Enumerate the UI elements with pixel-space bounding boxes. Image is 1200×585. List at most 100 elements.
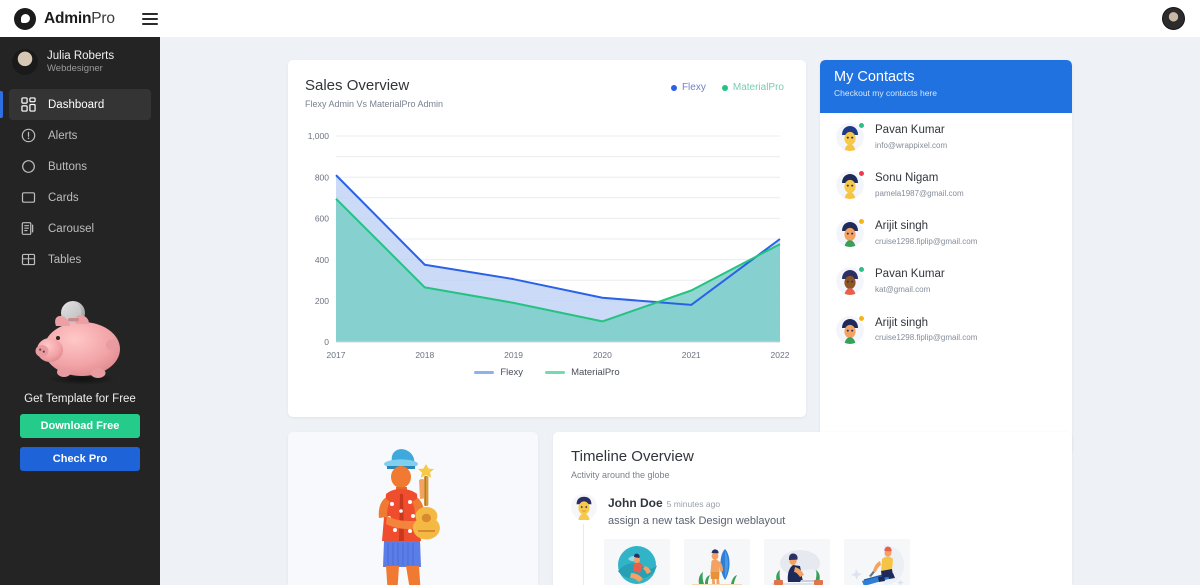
sidebar-item-alerts[interactable]: Alerts [9,120,151,151]
sidebar: Julia Roberts Webdesigner Dashboard Aler… [0,37,160,585]
contacts-subtitle: Checkout my contacts here [834,88,937,98]
contacts-title: My Contacts [834,69,915,85]
timeline-entry[interactable]: John Doe 5 minutes ago assign a new task … [553,480,1072,585]
svg-text:2020: 2020 [593,350,612,360]
sidebar-item-buttons[interactable]: Buttons [9,151,151,182]
contact-avatar-icon [836,314,865,344]
legend-line-icon [474,371,495,374]
sidebar-promo: Get Template for Free Download Free Chec… [0,293,160,472]
legend-label: MaterialPro [732,82,784,93]
sidebar-item-label: Dashboard [48,98,105,111]
carousel-slides-icon [21,221,36,236]
legend-item-materialpro[interactable]: MaterialPro [721,82,784,93]
svg-text:2022: 2022 [771,350,790,360]
user-avatar-icon[interactable] [1162,7,1185,30]
snowboarder-thumbnail-icon[interactable] [844,539,910,585]
sidebar-item-cards[interactable]: Cards [9,182,151,213]
sidebar-item-label: Tables [48,253,82,266]
contact-email: pamela1987@gmail.com [875,189,964,199]
check-pro-button[interactable]: Check Pro [20,447,140,472]
profile-avatar-icon [12,49,38,76]
contact-email: cruise1298.fiplip@gmail.com [875,333,978,343]
contact-list-item[interactable]: Pavan Kumar kat@gmail.com [820,257,1072,305]
status-dot-icon [858,122,865,130]
svg-text:800: 800 [315,172,329,182]
sidebar-item-carousel[interactable]: Carousel [9,213,151,244]
legend-bottom-item-materialpro[interactable]: MaterialPro [545,367,620,378]
dashboard-grid-icon [21,97,36,112]
legend-bottom-item-flexy[interactable]: Flexy [474,367,523,378]
svg-text:2018: 2018 [415,350,434,360]
promo-title: Get Template for Free [24,393,136,406]
timeline-avatar-icon [571,494,597,520]
sidebar-item-label: Alerts [48,129,78,142]
svg-text:200: 200 [315,296,329,306]
status-dot-icon [858,314,865,322]
legend-dot-icon [670,84,677,91]
brand-bold: Admin [44,9,92,27]
status-dot-icon [858,266,865,274]
download-free-button[interactable]: Download Free [20,414,140,439]
timeline-connector [583,524,584,585]
promo-illustration-card [288,432,538,585]
svg-text:0: 0 [324,337,329,347]
svg-text:1,000: 1,000 [308,131,330,141]
timeline-subtitle: Activity around the globe [571,470,670,480]
contact-avatar-icon [836,218,865,248]
status-dot-icon [858,170,865,178]
top-navbar: AdminPro [0,0,1200,37]
main-content: Sales Overview Flexy Admin Vs MaterialPr… [160,37,1200,585]
legend-label: Flexy [500,367,524,378]
brand-text: AdminPro [44,10,115,28]
sales-subtitle: Flexy Admin Vs MaterialPro Admin [305,99,444,109]
svg-text:2019: 2019 [504,350,523,360]
hamburger-menu-icon[interactable] [142,12,158,25]
sidebar-profile[interactable]: Julia Roberts Webdesigner [0,37,160,85]
legend-label: MaterialPro [571,367,620,378]
circle-outline-icon [21,159,36,174]
legend-line-icon [545,371,566,374]
guitarist-illustration-icon [378,449,440,585]
sidebar-nav: Dashboard Alerts Buttons Cards Carousel … [0,89,160,275]
sidebar-item-dashboard[interactable]: Dashboard [0,89,151,121]
sidebar-item-tables[interactable]: Tables [9,244,151,275]
surfer-wave-thumbnail-icon[interactable] [604,539,670,585]
timeline-thumbnails [553,527,1072,585]
adminpro-logo-icon [14,7,36,30]
profile-role: Webdesigner [47,63,103,75]
contact-avatar-icon [836,122,865,152]
svg-text:600: 600 [315,214,329,224]
status-dot-icon [858,218,865,226]
contact-list-item[interactable]: Pavan Kumar info@wrappixel.com [820,113,1072,161]
profile-name: Julia Roberts [47,50,115,62]
timeline-user: John Doe [608,496,663,510]
sales-area-chart[interactable]: 0 200 400 600 800 1,000 2017 2018 2019 2020 2021 20… [288,128,806,368]
brand-light: Pro [91,9,115,27]
contact-email: cruise1298.fiplip@gmail.com [875,237,978,247]
contact-email: kat@gmail.com [875,285,931,295]
contact-avatar-icon [836,266,865,296]
sidebar-item-label: Carousel [48,222,95,235]
alert-circle-icon [21,128,36,143]
contact-name: Arijit singh [875,316,929,329]
legend-item-flexy[interactable]: Flexy [670,82,706,93]
contact-name: Sonu Nigam [875,172,939,185]
svg-text:400: 400 [315,255,329,265]
timeline-overview-card: Timeline Overview Activity around the gl… [553,432,1072,585]
timeline-time: 5 minutes ago [666,499,721,509]
legend-dot-icon [721,84,728,91]
timeline-title: Timeline Overview [571,448,694,465]
sidebar-item-label: Cards [48,191,79,204]
svg-text:2021: 2021 [682,350,701,360]
laptop-person-thumbnail-icon[interactable] [764,539,830,585]
legend-label: Flexy [681,82,706,93]
contact-avatar-icon [836,170,865,200]
contact-list-item[interactable]: Arijit singh cruise1298.fiplip@gmail.com [820,306,1072,354]
contact-list-item[interactable]: Arijit singh cruise1298.fiplip@gmail.com [820,209,1072,257]
brand-logo[interactable]: AdminPro [14,7,124,30]
contact-list-item[interactable]: Sonu Nigam pamela1987@gmail.com [820,161,1072,209]
surfboard-person-thumbnail-icon[interactable] [684,539,750,585]
contacts-list: Pavan Kumar info@wrappixel.com Sonu Nigam p… [820,113,1072,354]
square-outline-icon [21,190,36,205]
chart-legend-top: Flexy MaterialPro [670,82,784,93]
